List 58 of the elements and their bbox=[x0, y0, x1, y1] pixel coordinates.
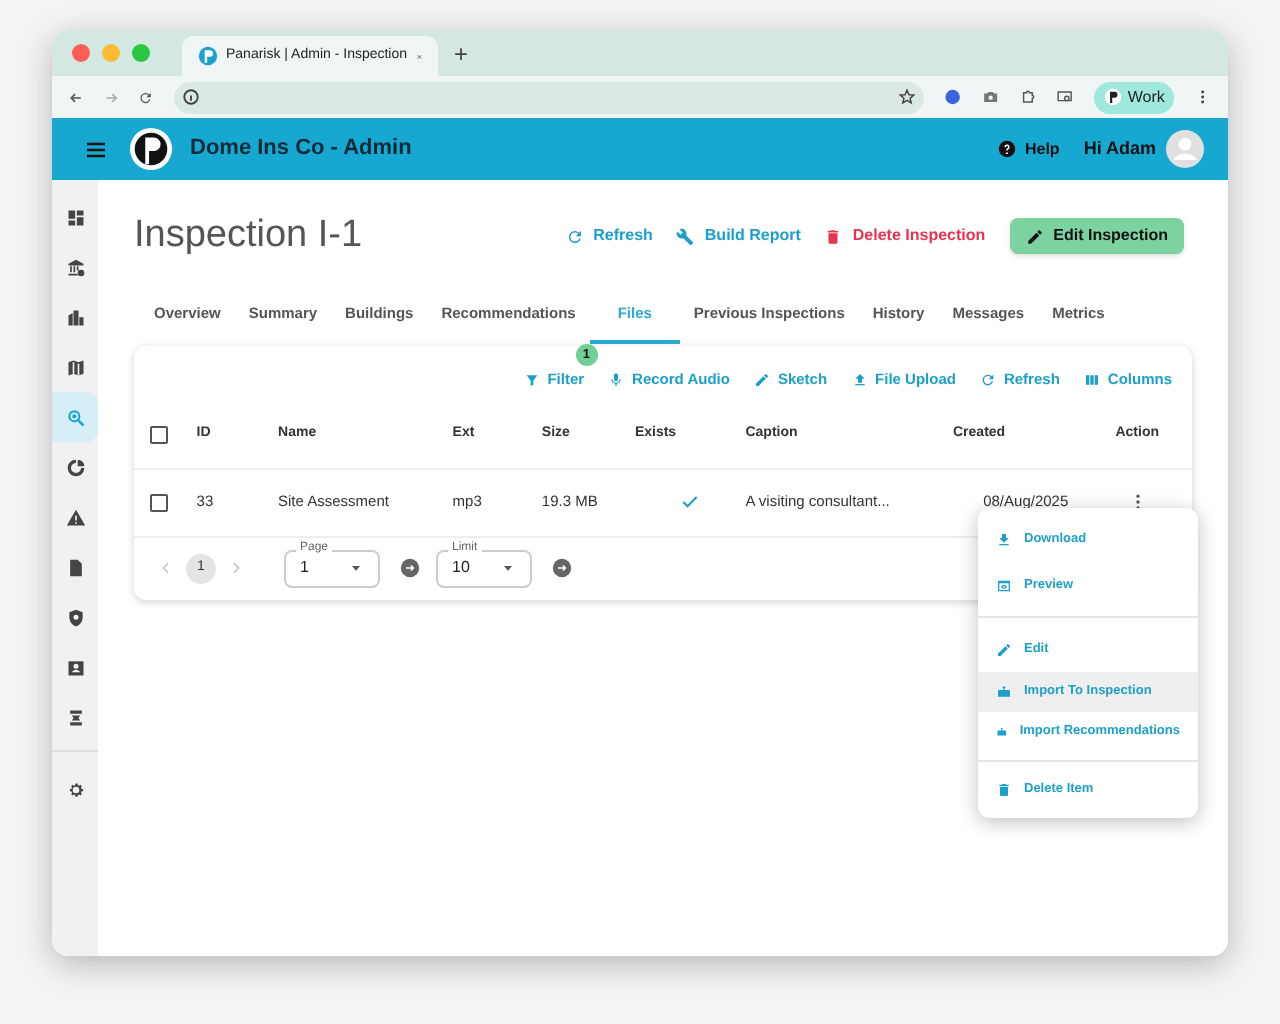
menu-icon[interactable] bbox=[84, 137, 108, 161]
profile-button[interactable]: Work bbox=[1093, 81, 1175, 113]
pencil-icon bbox=[996, 641, 1012, 657]
settings-icon bbox=[65, 779, 85, 799]
trash-icon bbox=[996, 782, 1012, 798]
pencil-icon bbox=[1025, 227, 1044, 246]
extension-icon[interactable] bbox=[944, 88, 962, 106]
field-value: 1 bbox=[300, 556, 309, 580]
reload-icon[interactable] bbox=[138, 89, 155, 105]
new-tab-button[interactable]: + bbox=[454, 35, 469, 71]
caret-icon bbox=[348, 560, 364, 576]
import-icon bbox=[996, 684, 1012, 700]
camera-icon[interactable] bbox=[981, 88, 1000, 106]
refresh-icon bbox=[565, 227, 584, 246]
checkbox[interactable] bbox=[150, 425, 168, 443]
wrench-icon bbox=[676, 227, 695, 246]
contact-card-icon bbox=[65, 657, 85, 677]
bank-icon bbox=[65, 257, 85, 277]
dashboard-icon bbox=[65, 207, 85, 227]
profile-icon bbox=[1103, 88, 1122, 106]
info-icon bbox=[182, 88, 201, 106]
logo-icon bbox=[128, 126, 174, 172]
shield-icon bbox=[65, 607, 85, 627]
go-icon[interactable] bbox=[400, 558, 420, 578]
help-button[interactable]: Help bbox=[998, 137, 1060, 161]
import-icon bbox=[996, 724, 1008, 740]
search-icon bbox=[65, 407, 85, 427]
columns-icon bbox=[1083, 371, 1100, 387]
hourglass-icon bbox=[65, 707, 85, 727]
buildings-icon bbox=[65, 307, 85, 327]
preview-icon bbox=[996, 577, 1012, 593]
help-icon bbox=[998, 140, 1017, 158]
checkbox[interactable] bbox=[150, 493, 168, 511]
star-icon[interactable] bbox=[898, 88, 917, 106]
favicon bbox=[198, 46, 218, 66]
refresh-icon bbox=[979, 371, 996, 387]
filter-icon bbox=[523, 371, 540, 387]
action-button[interactable]: Delete Inspection bbox=[824, 224, 986, 249]
document-icon bbox=[65, 557, 85, 577]
go-icon[interactable] bbox=[552, 558, 572, 578]
upload-icon bbox=[851, 371, 868, 387]
page-title: Inspection I-1 bbox=[134, 212, 363, 260]
trash-icon bbox=[824, 227, 843, 246]
download-icon bbox=[996, 531, 1012, 547]
map-icon bbox=[65, 357, 85, 377]
avatar-icon[interactable] bbox=[1166, 130, 1204, 168]
greeting: Hi Adam bbox=[1083, 135, 1156, 162]
field-value: 10 bbox=[452, 556, 470, 580]
microphone-icon bbox=[608, 371, 625, 387]
edit-button[interactable]: Edit Inspection bbox=[1009, 218, 1184, 255]
caret-icon bbox=[500, 560, 516, 576]
pie-chart-icon bbox=[65, 457, 85, 477]
app-title: Dome Ins Co - Admin bbox=[190, 134, 412, 165]
back-icon[interactable] bbox=[68, 89, 84, 105]
pencil-icon bbox=[753, 371, 770, 387]
warning-icon bbox=[65, 507, 85, 527]
puzzle-icon[interactable] bbox=[1019, 88, 1037, 106]
window-search-icon[interactable] bbox=[1056, 88, 1074, 106]
